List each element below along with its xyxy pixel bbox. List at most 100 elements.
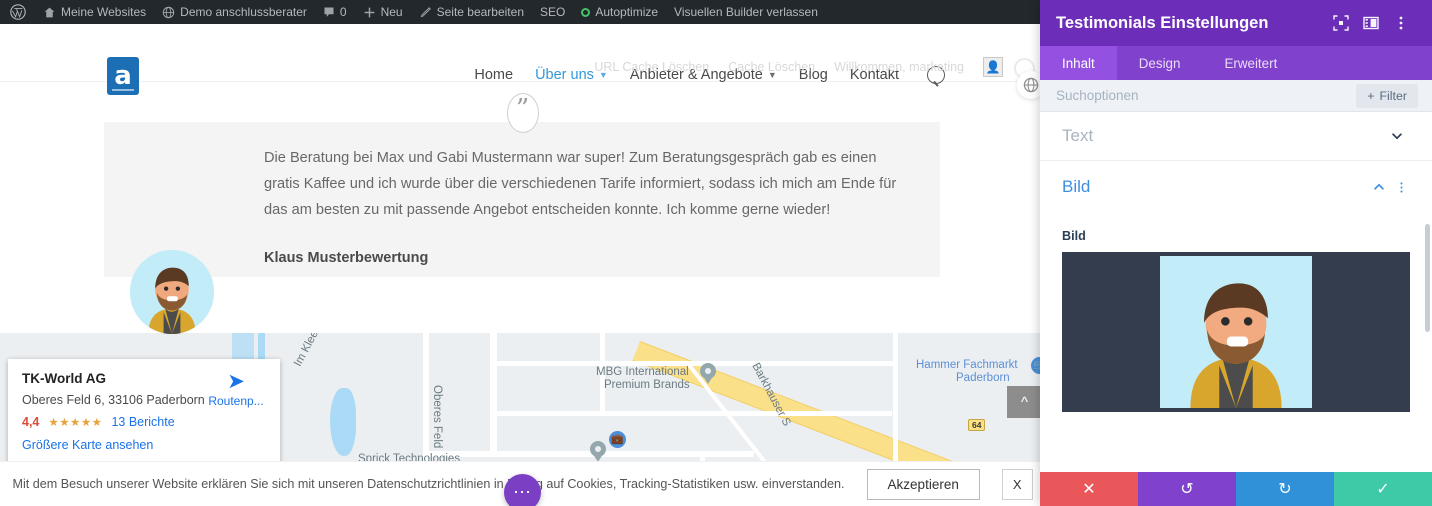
faded-admin-links: URL Cache Löschen Cache Löschen Willkomm…	[594, 57, 1003, 77]
image-field-label: Bild	[1062, 229, 1086, 243]
map-pin[interactable]	[700, 363, 716, 385]
adminbar-label: Demo anschlussberater	[180, 5, 307, 19]
undo-icon: ↺	[1180, 481, 1194, 498]
chevron-down-icon[interactable]	[1384, 123, 1410, 149]
comment-icon	[323, 6, 335, 18]
circle-icon	[581, 7, 591, 17]
adminbar-item-seo[interactable]: SEO	[532, 0, 573, 24]
kebab-menu-icon[interactable]	[1386, 8, 1416, 38]
panel-tabs: Inhalt Design Erweitert	[1040, 46, 1432, 80]
map-label: MBG International	[596, 366, 689, 378]
nav-label: Home	[474, 67, 514, 83]
site-header: a URL Cache Löschen Cache Löschen Willko…	[0, 24, 1045, 99]
plus-icon: +	[1367, 88, 1375, 103]
chevron-up-icon: ^	[1020, 393, 1029, 411]
faded-link-welcome[interactable]: Willkommen, marketing	[834, 60, 964, 74]
adminbar-label: SEO	[540, 5, 566, 19]
adminbar-item-exit-builder[interactable]: Visuellen Builder verlassen	[666, 0, 826, 24]
nav-item-home[interactable]: Home	[474, 67, 513, 83]
adminbar-item-autoptimize[interactable]: Autoptimize	[573, 0, 666, 24]
check-icon: ✓	[1376, 481, 1390, 498]
testimonial-avatar	[130, 250, 214, 334]
map-card-reviews-link[interactable]: 13 Berichte	[111, 415, 174, 429]
cookie-text: Mit dem Besuch unserer Website erklären …	[12, 477, 845, 491]
scroll-to-top-button[interactable]: ^	[1007, 386, 1042, 418]
map-road	[497, 411, 892, 416]
map-road	[497, 361, 897, 366]
adminbar-label: Meine Websites	[61, 5, 147, 19]
sites-icon	[43, 6, 56, 19]
adminbar-item-edit-page[interactable]: Seite bearbeiten	[411, 0, 532, 24]
more-horizontal-icon: ⋯	[513, 482, 532, 502]
filter-button[interactable]: + Filter	[1356, 83, 1418, 108]
image-preview[interactable]	[1062, 252, 1410, 412]
map-label: Oberes Feld	[431, 385, 443, 449]
site-logo[interactable]: a	[107, 57, 139, 95]
adminbar-item-site-name[interactable]: Demo anschlussberater	[154, 0, 315, 24]
map-label: Im Klee	[292, 333, 321, 369]
site-canvas: a URL Cache Löschen Cache Löschen Willko…	[0, 24, 1045, 506]
cookie-accept-button[interactable]: Akzeptieren	[866, 468, 980, 500]
map-road	[893, 333, 898, 473]
adminbar-label: 0	[339, 5, 347, 19]
tab-design[interactable]: Design	[1117, 46, 1203, 80]
nav-label: Über uns	[535, 67, 594, 83]
testimonial-author: Klaus Musterbewertung	[264, 249, 429, 266]
divi-builder-fab[interactable]: ⋯	[504, 474, 541, 506]
testimonial-body: Die Beratung bei Max und Gabi Mustermann…	[264, 146, 910, 266]
redo-button[interactable]: ↻	[1236, 472, 1334, 506]
map-card-rating: 4,4 ★★★★★ 13 Berichte	[22, 415, 266, 429]
filter-label: Filter	[1379, 88, 1407, 103]
adminbar-label: Visuellen Builder verlassen	[674, 5, 818, 19]
cancel-button[interactable]: ✕	[1040, 472, 1138, 506]
panel-header: Testimonials Einstellungen	[1040, 0, 1432, 46]
adminbar-label: Neu	[380, 5, 403, 19]
chevron-up-icon[interactable]	[1366, 174, 1392, 200]
map-road	[490, 333, 497, 451]
tab-erweitert[interactable]: Erweitert	[1202, 46, 1299, 80]
adminbar-label: Autoptimize	[595, 5, 659, 19]
directions-label: Routenp...	[208, 394, 264, 408]
kebab-menu-icon[interactable]	[1392, 174, 1410, 200]
panel-body: Text Bild Bild	[1040, 112, 1432, 472]
avatar-illustration	[1160, 256, 1312, 408]
wordpress-logo-icon[interactable]	[0, 0, 35, 24]
map-poi-icon[interactable]: 💼	[609, 431, 626, 448]
map-info-card: TK-World AG Oberes Feld 6, 33106 Paderbo…	[8, 359, 280, 469]
module-settings-panel: Testimonials Einstellungen Inhalt Design…	[1040, 0, 1432, 506]
adminbar-item-comments[interactable]: 0	[315, 0, 355, 24]
focus-frame-icon[interactable]	[1326, 8, 1356, 38]
map-label: Premium Brands	[604, 379, 690, 391]
map-card-directions-button[interactable]: ➤ Routenp...	[205, 371, 267, 408]
section-title: Text	[1062, 126, 1094, 145]
adminbar-item-my-sites[interactable]: Meine Websites	[35, 0, 154, 24]
map-label: Paderborn	[956, 372, 1010, 384]
quote-icon: ”	[506, 93, 539, 133]
faded-link-url-cache[interactable]: URL Cache Löschen	[594, 60, 709, 74]
testimonial-card: Die Beratung bei Max und Gabi Mustermann…	[104, 122, 940, 277]
panel-title: Testimonials Einstellungen	[1056, 13, 1269, 32]
redo-icon: ↻	[1278, 481, 1292, 498]
map-pin[interactable]	[590, 441, 606, 463]
site-icon	[162, 6, 175, 19]
search-input[interactable]	[1054, 87, 1357, 104]
cookie-close-button[interactable]: X	[1001, 468, 1033, 500]
faded-link-cache[interactable]: Cache Löschen	[728, 60, 815, 74]
map-route-shield: 64	[968, 419, 986, 431]
map-card-bigger-map-link[interactable]: Größere Karte ansehen	[22, 438, 266, 452]
panel-action-bar: ✕ ↺ ↻ ✓	[1040, 472, 1432, 506]
undo-button[interactable]: ↺	[1138, 472, 1236, 506]
directions-icon: ➤	[227, 370, 245, 393]
section-bild[interactable]: Bild	[1040, 161, 1432, 213]
tab-inhalt[interactable]: Inhalt	[1040, 46, 1117, 80]
section-text[interactable]: Text	[1040, 112, 1432, 161]
rating-score: 4,4	[22, 415, 40, 429]
save-button[interactable]: ✓	[1334, 472, 1432, 506]
pencil-icon	[419, 6, 432, 19]
panel-search-row: + Filter	[1040, 80, 1432, 112]
adminbar-item-new[interactable]: Neu	[355, 0, 411, 24]
panel-scrollbar[interactable]	[1425, 224, 1430, 332]
layout-columns-icon[interactable]	[1356, 8, 1386, 38]
avatar[interactable]: 👤	[983, 57, 1003, 77]
close-icon: ✕	[1082, 481, 1096, 498]
